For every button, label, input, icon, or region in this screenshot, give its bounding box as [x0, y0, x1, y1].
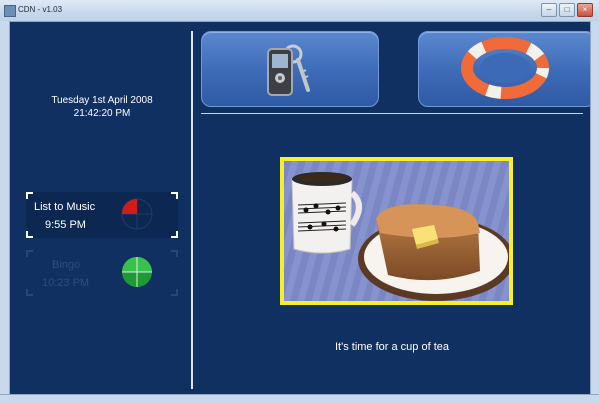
window-frame-left: [0, 21, 10, 403]
clock-progress-icon: [121, 198, 153, 230]
corner-bracket: [171, 231, 178, 238]
date-time-display: Tuesday 1st April 2008 21:42:20 PM: [20, 94, 184, 120]
clock-elapsed-wedge: [122, 199, 137, 214]
app-icon: [4, 5, 16, 17]
window-frame-right: [590, 21, 599, 403]
window-controls: – □ ×: [541, 3, 593, 17]
horizontal-divider: [201, 113, 583, 114]
reminder-title: List to Music: [34, 201, 96, 213]
reminder-item-active[interactable]: List to Music 9:55 PM: [26, 192, 178, 238]
minimize-button[interactable]: –: [541, 3, 557, 17]
phone-keys-tile[interactable]: [201, 31, 379, 107]
vertical-divider: [191, 31, 193, 389]
close-button[interactable]: ×: [577, 3, 593, 17]
corner-bracket: [171, 192, 178, 199]
current-date: Tuesday 1st April 2008: [51, 95, 153, 106]
reminder-time: 10:23 PM: [42, 277, 90, 289]
clock-wedge: [137, 257, 152, 272]
maximize-button[interactable]: □: [559, 3, 575, 17]
phone-keys-icon: [267, 44, 310, 96]
corner-bracket: [26, 192, 33, 199]
corner-bracket: [26, 250, 33, 257]
clock-wedge: [122, 257, 137, 272]
clock-progress-icon: [122, 257, 152, 287]
lifebuoy-icon: [461, 37, 549, 99]
corner-bracket: [26, 231, 33, 238]
app-main: Tuesday 1st April 2008 21:42:20 PM List …: [10, 22, 590, 394]
lifebuoy-tile[interactable]: [418, 31, 590, 107]
window-frame-bottom: [0, 394, 599, 403]
corner-bracket: [171, 250, 178, 257]
message-caption: It's time for a cup of tea: [335, 341, 449, 353]
window-title: CDN - v1.03: [18, 5, 63, 14]
message-photo-frame: [280, 157, 513, 305]
reminder-item-upcoming[interactable]: Bingo 10:23 PM: [26, 250, 178, 296]
corner-bracket: [26, 289, 33, 296]
current-time: 21:42:20 PM: [73, 108, 131, 119]
reminder-time: 9:55 PM: [45, 219, 86, 231]
tea-and-toast-photo: [284, 161, 509, 301]
window-titlebar[interactable]: CDN - v1.03 – □ ×: [0, 0, 599, 22]
reminder-title: Bingo: [52, 259, 81, 271]
corner-bracket: [171, 289, 178, 296]
